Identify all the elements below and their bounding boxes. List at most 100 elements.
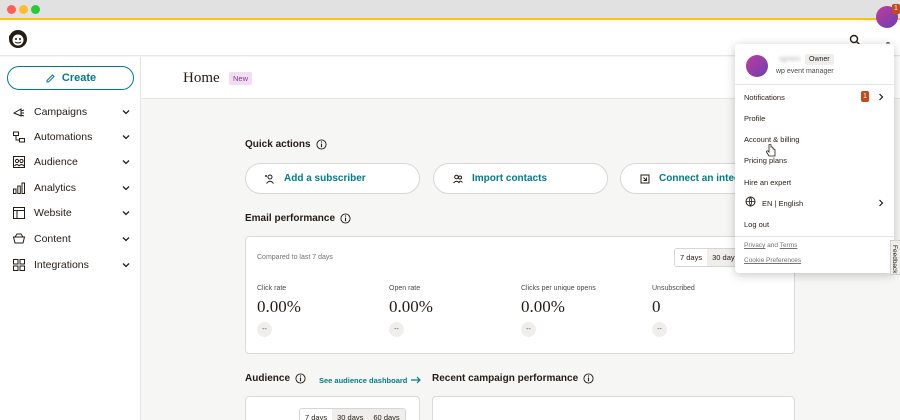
sidebar-item-label: Integrations	[34, 259, 89, 271]
close-window-button[interactable]	[7, 5, 16, 14]
period-7-days[interactable]: 7 days	[675, 249, 708, 266]
info-icon[interactable]	[295, 373, 306, 384]
sidebar-item-analytics[interactable]: Analytics	[0, 176, 141, 200]
integrations-icon	[13, 259, 25, 271]
integration-icon	[640, 174, 650, 183]
arrow-right-icon	[411, 376, 422, 384]
audience-title: Audience	[245, 373, 306, 384]
chevron-down-icon	[122, 263, 130, 268]
sidebar-item-label: Audience	[34, 156, 78, 168]
metric-value: 0	[652, 297, 661, 316]
recent-campaign-card	[432, 396, 795, 420]
cookie-preferences-label: Cookie Preferences	[744, 257, 802, 264]
create-label: Create	[61, 72, 97, 84]
maximize-window-button[interactable]	[31, 5, 40, 14]
email-period-selector: 7 days 30 day	[674, 248, 741, 267]
feedback-label: Feedback	[891, 245, 898, 274]
chevron-right-icon	[879, 199, 884, 207]
content-icon	[12, 233, 26, 244]
sidebar-item-label: Content	[34, 233, 71, 245]
email-performance-card: Compared to last 7 days 7 days 30 day Cl…	[245, 236, 795, 354]
sidebar-item-label: Campaigns	[34, 106, 88, 118]
sidebar-item-automations[interactable]: Automations	[0, 125, 141, 149]
metric-change: --	[652, 322, 667, 337]
import-contacts-label: Import contacts	[472, 173, 548, 184]
info-icon[interactable]	[340, 213, 351, 224]
compared-text: Compared to last 7 days	[257, 254, 333, 261]
add-subscriber-button[interactable]: Add a subscriber	[245, 163, 420, 194]
avatar	[746, 55, 768, 77]
sidebar: Create Campaigns Automations Audience An…	[0, 57, 141, 420]
metric-value: 0.00%	[521, 297, 565, 316]
window-titlebar	[0, 0, 900, 20]
mailchimp-logo-icon[interactable]	[7, 28, 29, 50]
chevron-down-icon	[122, 237, 130, 242]
chevron-down-icon	[122, 186, 130, 191]
email-performance-label: Email performance	[245, 213, 336, 224]
period-7-days[interactable]: 7 days	[300, 409, 333, 420]
account-billing-menu-item[interactable]: Account & billing	[744, 135, 799, 144]
period-60-days[interactable]: 60 days	[368, 409, 405, 420]
chevron-down-icon	[122, 211, 130, 216]
chevron-down-icon	[122, 110, 130, 115]
metric-change: --	[257, 322, 272, 337]
privacy-link[interactable]: Privacy	[744, 242, 765, 249]
account-dropdown-menu: sgreen Owner wp event manager Notificati…	[735, 44, 894, 273]
website-icon	[13, 207, 25, 219]
metric-value: 0.00%	[389, 297, 433, 316]
metric-label: Open rate	[389, 285, 421, 292]
metric-change: --	[521, 322, 536, 337]
recent-campaign-title: Recent campaign performance	[432, 373, 594, 384]
user-name: sgreen	[779, 56, 801, 63]
minimize-window-button[interactable]	[19, 5, 28, 14]
audience-period-selector: 7 days 30 days 60 days	[299, 408, 406, 420]
metric-label: Clicks per unique opens	[521, 285, 596, 292]
chevron-right-icon	[879, 93, 884, 101]
create-button[interactable]: Create	[7, 66, 134, 90]
notifications-menu-item[interactable]: Notifications	[744, 93, 785, 102]
chevron-down-icon	[122, 160, 130, 165]
language-menu-item[interactable]: EN | English	[762, 199, 803, 208]
notifications-count-badge: 1	[861, 91, 869, 102]
new-badge: New	[229, 72, 253, 85]
sidebar-item-label: Website	[34, 207, 72, 219]
sidebar-item-audience[interactable]: Audience	[0, 150, 141, 174]
sidebar-item-content[interactable]: Content	[0, 227, 141, 251]
audience-dashboard-label: See audience dashboard	[319, 375, 408, 385]
account-notification-badge: 1	[892, 4, 900, 14]
organization-name: wp event manager	[776, 68, 834, 75]
and-text: and	[767, 242, 778, 249]
email-performance-title: Email performance	[245, 213, 351, 224]
cookie-preferences-link[interactable]: Cookie Preferences	[744, 257, 801, 264]
page-title: Home	[183, 70, 220, 86]
feedback-tab[interactable]: Feedback	[890, 240, 900, 275]
divider	[735, 84, 894, 85]
pencil-icon	[46, 73, 55, 82]
analytics-icon	[13, 182, 25, 194]
info-icon[interactable]	[316, 139, 327, 150]
recent-campaign-label: Recent campaign performance	[432, 373, 579, 384]
hand-cursor-icon	[766, 144, 776, 157]
globe-icon	[745, 196, 756, 207]
hire-expert-menu-item[interactable]: Hire an expert	[744, 178, 791, 187]
quick-actions-label: Quick actions	[245, 139, 311, 150]
legal-links: Privacy and Terms	[744, 242, 797, 249]
quick-actions-title: Quick actions	[245, 139, 327, 150]
sidebar-item-website[interactable]: Website	[0, 201, 141, 225]
sidebar-item-integrations[interactable]: Integrations	[0, 253, 141, 277]
logout-menu-item[interactable]: Log out	[744, 220, 769, 229]
period-30-days[interactable]: 30 days	[332, 409, 369, 420]
audience-label: Audience	[245, 373, 291, 384]
audience-icon	[13, 156, 25, 168]
sidebar-item-label: Automations	[34, 131, 93, 143]
sidebar-item-campaigns[interactable]: Campaigns	[0, 100, 141, 124]
add-subscriber-label: Add a subscriber	[284, 173, 366, 184]
info-icon[interactable]	[583, 373, 594, 384]
sidebar-item-label: Analytics	[34, 182, 77, 194]
import-contacts-button[interactable]: Import contacts	[433, 163, 608, 194]
terms-link[interactable]: Terms	[780, 242, 798, 249]
automations-icon	[13, 131, 25, 143]
see-audience-dashboard-link[interactable]: See audience dashboard	[319, 375, 422, 385]
audience-card: 7 days 30 days 60 days	[245, 396, 420, 420]
profile-menu-item[interactable]: Profile	[744, 114, 765, 123]
